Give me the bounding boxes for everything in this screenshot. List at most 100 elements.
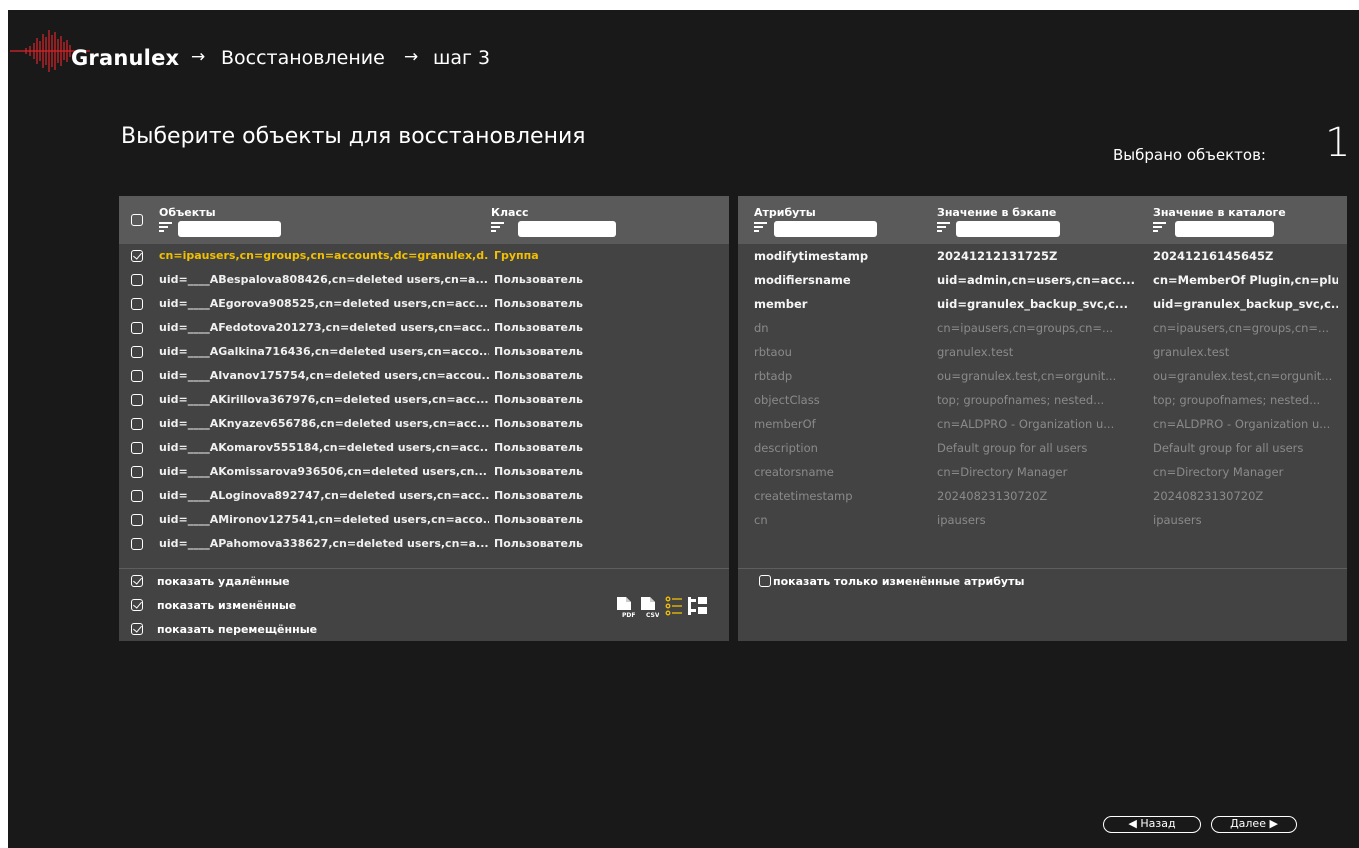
backup-value-filter-input[interactable] [956, 221, 1060, 237]
row-checkbox[interactable] [131, 538, 143, 550]
show-only-changed-checkbox[interactable] [759, 575, 771, 587]
object-dn: uid=____ALoginova892747,cn=deleted users… [159, 489, 489, 502]
pdf-export-icon[interactable]: PDF [615, 596, 635, 618]
table-row-partial [119, 558, 729, 568]
row-checkbox[interactable] [131, 346, 143, 358]
attributes-table-header: Атрибуты Значение в бэкапе Значение в ка… [738, 196, 1347, 244]
backup-value: 20240823130720Z [937, 489, 1048, 503]
list-view-icon[interactable] [665, 596, 683, 616]
object-dn: uid=____APahomova338627,cn=deleted users… [159, 537, 489, 550]
table-row[interactable]: uid=____ALoginova892747,cn=deleted users… [119, 484, 729, 508]
row-checkbox[interactable] [131, 298, 143, 310]
catalog-value: cn=ALDPRO - Organization u... [1153, 417, 1331, 431]
table-row[interactable]: uid=____AEgorova908525,cn=deleted users,… [119, 292, 729, 316]
table-row[interactable]: memberOf cn=ALDPRO - Organization u... cn=… [738, 412, 1347, 436]
attribute-name: rbtaou [754, 345, 792, 359]
table-row[interactable]: uid=____AKirillova367976,cn=deleted user… [119, 388, 729, 412]
attributes-filter-input[interactable] [774, 221, 877, 237]
object-dn: uid=____AKirillova367976,cn=deleted user… [159, 393, 489, 406]
filter-icon[interactable] [754, 222, 767, 232]
table-row[interactable]: uid=____AKnyazev656786,cn=deleted users,… [119, 412, 729, 436]
row-checkbox[interactable] [131, 274, 143, 286]
breadcrumb-arrow: → [404, 47, 419, 67]
table-row[interactable]: createtimestamp 20240823130720Z 2024082313… [738, 484, 1347, 508]
object-class: Пользователь [494, 393, 583, 406]
catalog-value: granulex.test [1153, 345, 1230, 359]
app-name: Granulex [71, 46, 180, 70]
column-class[interactable]: Класс [491, 206, 529, 219]
class-filter-input[interactable] [518, 221, 616, 237]
table-row[interactable]: uid=____AMironov127541,cn=deleted users,… [119, 508, 729, 532]
row-checkbox[interactable] [131, 394, 143, 406]
filter-icon[interactable] [491, 222, 504, 232]
object-dn: uid=____AEgorova908525,cn=deleted users,… [159, 297, 488, 310]
column-attributes[interactable]: Атрибуты [754, 206, 816, 219]
table-row[interactable]: dn cn=ipausers,cn=groups,cn=... cn=ipauser… [738, 316, 1347, 340]
table-row[interactable]: cn=ipausers,cn=groups,cn=accounts,dc=gra… [119, 244, 729, 268]
table-row[interactable]: uid=____ABespalova808426,cn=deleted user… [119, 268, 729, 292]
table-row[interactable]: uid=____AIvanov175754,cn=deleted users,c… [119, 364, 729, 388]
row-checkbox[interactable] [131, 466, 143, 478]
backup-value: uid=granulex_backup_svc,c... [937, 297, 1129, 311]
table-row[interactable]: uid=____APahomova338627,cn=deleted users… [119, 532, 729, 556]
svg-text:PDF: PDF [622, 612, 635, 618]
object-dn: uid=____AKomissarova936506,cn=deleted us… [159, 465, 487, 478]
show-deleted-checkbox[interactable] [131, 575, 143, 587]
row-checkbox[interactable] [131, 442, 143, 454]
backup-value: cn=ipausers,cn=groups,cn=... [937, 321, 1114, 335]
show-modified-checkbox[interactable] [131, 599, 143, 611]
filter-icon[interactable] [1153, 222, 1166, 232]
object-class: Пользователь [494, 273, 583, 286]
next-button-label: Далее [1230, 817, 1266, 830]
object-class: Группа [494, 249, 539, 262]
tree-view-icon[interactable] [688, 597, 708, 615]
show-modified-label: показать изменённые [157, 599, 297, 612]
back-button[interactable]: ◀ Назад [1103, 816, 1201, 833]
row-checkbox[interactable] [131, 514, 143, 526]
show-moved-checkbox[interactable] [131, 623, 143, 635]
column-backup-value[interactable]: Значение в бэкапе [937, 206, 1056, 219]
object-dn: uid=____AFedotova201273,cn=deleted users… [159, 321, 489, 334]
row-checkbox[interactable] [131, 322, 143, 334]
selected-count-label: Выбрано объектов: [1113, 146, 1266, 164]
next-button[interactable]: Далее ▶ [1211, 816, 1297, 833]
catalog-value: cn=Directory Manager [1153, 465, 1284, 479]
table-row[interactable]: uid=____AGalkina716436,cn=deleted users,… [119, 340, 729, 364]
table-row[interactable]: modifiersname uid=admin,cn=users,cn=acc..… [738, 268, 1347, 292]
catalog-value: top; groupofnames; nested... [1153, 393, 1321, 407]
table-row[interactable]: cn ipausers ipausers [738, 508, 1347, 532]
csv-export-icon[interactable]: CSV [639, 596, 659, 618]
column-objects[interactable]: Объекты [159, 206, 216, 219]
object-class: Пользователь [494, 513, 583, 526]
table-row[interactable]: member uid=granulex_backup_svc,c... uid=gr… [738, 292, 1347, 316]
catalog-value-filter-input[interactable] [1175, 221, 1274, 237]
row-checkbox[interactable] [131, 250, 143, 262]
catalog-value: 20241216145645Z [1153, 249, 1274, 263]
table-row[interactable]: objectClass top; groupofnames; nested... t… [738, 388, 1347, 412]
table-row[interactable]: modifytimestamp 20241212131725Z 2024121614… [738, 244, 1347, 268]
attributes-panel: Атрибуты Значение в бэкапе Значение в ка… [738, 196, 1347, 641]
backup-value: Default group for all users [937, 441, 1088, 455]
table-row[interactable]: rbtadp ou=granulex.test,cn=orgunit... ou=g… [738, 364, 1347, 388]
backup-value: top; groupofnames; nested... [937, 393, 1105, 407]
filter-icon[interactable] [937, 222, 950, 232]
table-row[interactable]: uid=____AKomarov555184,cn=deleted users,… [119, 436, 729, 460]
table-row[interactable]: description Default group for all users De… [738, 436, 1347, 460]
table-row[interactable]: rbtaou granulex.test granulex.test [738, 340, 1347, 364]
backup-value: cn=Directory Manager [937, 465, 1068, 479]
breadcrumb-restore[interactable]: Восстановление [221, 47, 385, 69]
table-row[interactable]: uid=____AKomissarova936506,cn=deleted us… [119, 460, 729, 484]
table-row[interactable]: uid=____AFedotova201273,cn=deleted users… [119, 316, 729, 340]
table-row[interactable]: creatorsname cn=Directory Manager cn=Direc… [738, 460, 1347, 484]
object-class: Пользователь [494, 417, 583, 430]
select-all-checkbox[interactable] [131, 214, 143, 226]
row-checkbox[interactable] [131, 490, 143, 502]
column-catalog-value[interactable]: Значение в каталоге [1153, 206, 1286, 219]
objects-filter-input[interactable] [178, 221, 281, 237]
backup-value: ipausers [937, 513, 986, 527]
object-class: Пользователь [494, 489, 583, 502]
filter-icon[interactable] [159, 222, 172, 232]
next-arrow-icon: ▶ [1269, 817, 1278, 830]
row-checkbox[interactable] [131, 370, 143, 382]
row-checkbox[interactable] [131, 418, 143, 430]
